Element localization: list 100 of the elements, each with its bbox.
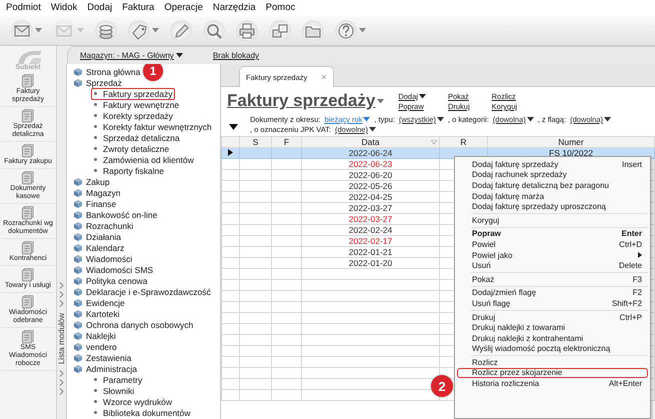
menu-item[interactable]: Dodaj fakturę sprzedaży uproszczoną	[457, 201, 648, 212]
toolbar-link[interactable]: Magazyn: - MAG - Główny	[80, 51, 183, 60]
menu-item[interactable]: Drukuj naklejki z kontrahentami	[457, 332, 648, 344]
column-header[interactable]: F	[272, 136, 302, 148]
bullet-icon	[94, 147, 97, 150]
tree-item[interactable]: Parametry	[91, 374, 146, 386]
tree-item[interactable]: Polityka cenowa	[70, 274, 150, 286]
tree-item[interactable]: Deklaracje i e-Sprawozdawczość	[70, 286, 214, 298]
tree-item[interactable]: Strona główna	[70, 66, 144, 78]
menu-item[interactable]: Pomoc	[260, 0, 300, 16]
document-stack-icon	[20, 142, 36, 158]
menu-item[interactable]: Popraw Enter	[457, 228, 648, 240]
menu-item[interactable]: Koryguj	[457, 214, 648, 226]
tree-item[interactable]: Administracja	[70, 362, 140, 374]
shortcut-label: Enter	[622, 229, 642, 238]
tree-item[interactable]: Bankowość on-line	[70, 208, 160, 220]
cube-icon	[73, 264, 83, 274]
menu-item[interactable]: Dodaj fakturę sprzedaży Insert	[457, 159, 648, 170]
tree-item[interactable]: Finanse	[70, 198, 120, 210]
toolbar-link[interactable]: Brak blokady	[212, 51, 260, 60]
tree-item[interactable]: Rozrachunki	[70, 220, 136, 232]
tree-item[interactable]: Faktury wewnętrzne	[91, 98, 182, 110]
menu-item[interactable]: Faktura	[117, 0, 160, 16]
caret-icon	[526, 117, 534, 122]
tree-item[interactable]: Ochrona danych osobowych	[70, 318, 196, 330]
date-cell: 2022-02-17	[302, 236, 440, 246]
cube-icon	[73, 66, 83, 76]
menu-item[interactable]: Pokaż F3	[457, 274, 648, 285]
caret-icon	[35, 28, 42, 33]
tree-item[interactable]: Działania	[70, 230, 124, 242]
tree-item[interactable]: Korekty faktur wewnętrznych	[91, 120, 215, 132]
shortcut-label: Insert	[622, 160, 642, 169]
menu-item[interactable]: Historia rozliczenia Alt+Enter	[457, 378, 648, 389]
tree-item[interactable]: Korekty sprzedaży	[91, 110, 176, 122]
menu-item[interactable]: Widok	[46, 0, 82, 16]
menu-item[interactable]: Podmiot	[1, 0, 46, 16]
column-header[interactable]: Numer	[488, 136, 654, 148]
bullet-icon	[94, 103, 97, 106]
tree-item[interactable]: Naklejki	[70, 330, 119, 342]
document-stack-icon	[20, 72, 36, 88]
tree-item[interactable]: Sprzedaż	[70, 76, 125, 88]
tree-item[interactable]: Słowniki	[91, 384, 138, 396]
document-stack-icon	[20, 169, 36, 185]
step-badge: 1	[143, 64, 163, 81]
cube-icon	[73, 242, 83, 252]
tree-item[interactable]: Wzorce wydruków	[91, 396, 175, 408]
menu-item[interactable]: Powiel jako	[457, 250, 648, 260]
menu-item[interactable]: Usuń flagę Shift+F2	[457, 298, 648, 309]
menu-item[interactable]: Wyślij wiadomość pocztą elektroniczną	[457, 344, 648, 354]
menu-item[interactable]: Dodaj fakturę marża	[457, 190, 648, 202]
cube-icon	[73, 198, 83, 208]
shortcut-label: Alt+Enter	[608, 379, 642, 388]
menu-item[interactable]: Dodaj rachunek sprzedaży	[457, 170, 648, 180]
tree-item[interactable]: Zwroty detaliczne	[91, 142, 172, 154]
menu-item[interactable]: Usuń Delete	[457, 260, 648, 271]
shortcut-label: F3	[632, 274, 642, 284]
column-header[interactable]: Data	[302, 136, 440, 148]
tree-item[interactable]: Wiadomości SMS	[70, 264, 156, 276]
menu-item[interactable]: Powiel Ctrl+D	[457, 239, 648, 250]
tree-item[interactable]: Zakup	[70, 176, 113, 188]
date-cell: 2022-06-24	[302, 148, 440, 158]
menu-item[interactable]: Rozlicz przez skojarzenie	[457, 368, 648, 378]
shortcut-label: Delete	[618, 261, 642, 270]
envelope-icon	[11, 20, 33, 42]
date-cell: 2022-03-27	[302, 214, 440, 224]
tree-item[interactable]: Raporty fiskalne	[91, 164, 167, 176]
menu-item[interactable]: Dodaj	[82, 0, 118, 16]
menu-item[interactable]: Dodaj/zmień flagę F2	[457, 288, 648, 298]
menu-item[interactable]: Operacje	[159, 0, 208, 16]
bullet-icon	[94, 114, 97, 117]
date-cell: 2022-01-20	[302, 258, 440, 268]
tree-item[interactable]: Ewidencje	[70, 296, 128, 308]
menu-item[interactable]: Rozlicz	[457, 357, 648, 368]
tree-item[interactable]: Kalendarz	[70, 242, 128, 254]
date-cell: 2022-06-23	[302, 158, 440, 170]
tree-item[interactable]: Magazyn	[70, 186, 124, 198]
tree-item[interactable]: Zamówienia od klientów	[91, 154, 197, 166]
tree-item[interactable]: Sprzedaż detaliczna	[91, 132, 183, 144]
tree-item[interactable]: Kartoteki	[70, 308, 123, 320]
cube-icon	[73, 176, 83, 186]
caret-icon	[436, 117, 444, 122]
column-header[interactable]: R	[440, 136, 488, 148]
document-stack-icon	[20, 107, 36, 123]
tree-item[interactable]: vendero	[70, 340, 120, 352]
tree-item[interactable]: Faktury sprzedaży	[91, 88, 176, 100]
page-title[interactable]: Faktury sprzedaży	[227, 91, 384, 111]
cube-icon	[73, 286, 83, 296]
cube-icon	[73, 330, 83, 340]
document-stack-icon	[20, 328, 36, 344]
bullet-icon	[94, 158, 97, 161]
column-header[interactable]: S	[240, 136, 272, 148]
cube-icon	[73, 320, 83, 330]
filter-icon	[431, 140, 437, 145]
tree-item[interactable]: Biblioteka dokumentów	[91, 406, 194, 418]
menu-item[interactable]: Drukuj naklejki z towarami	[457, 322, 648, 333]
menu-item[interactable]: Drukuj Ctrl+P	[457, 312, 648, 322]
tree-item[interactable]: Zestawienia	[70, 352, 134, 364]
menu-item[interactable]: Narzędzia	[208, 0, 261, 16]
menu-item[interactable]: Dodaj fakturę detaliczną bez paragonu	[457, 180, 648, 191]
tree-item[interactable]: Wiadomości	[70, 252, 136, 264]
